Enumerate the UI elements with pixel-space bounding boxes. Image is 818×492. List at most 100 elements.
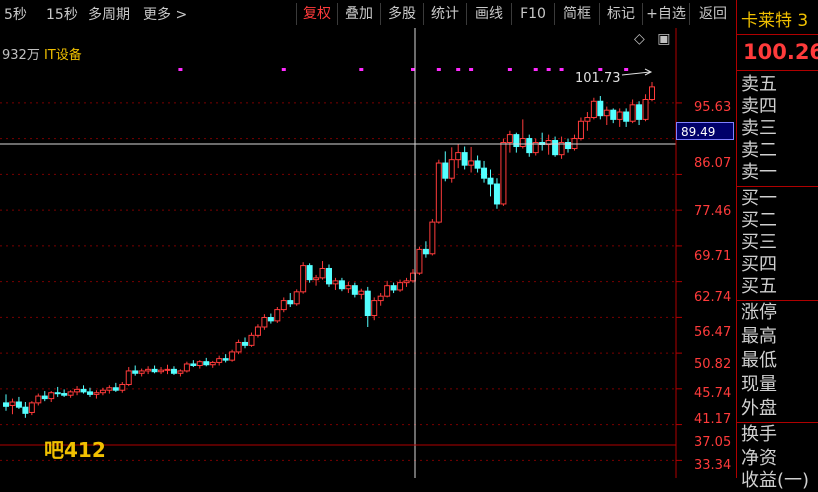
candle-body: [177, 370, 184, 374]
buy-row: 买四: [741, 254, 777, 275]
candle-body: [300, 265, 307, 293]
event-marker: [469, 68, 474, 71]
extra-row: 换手: [741, 424, 777, 445]
y-label: 62.74: [694, 290, 732, 305]
event-marker: [359, 68, 364, 71]
candle-body: [280, 300, 287, 311]
candle-body: [623, 111, 630, 122]
multi-stock-button[interactable]: 多股: [380, 3, 423, 25]
candle-body: [364, 290, 371, 317]
candle-body: [403, 280, 410, 284]
statistics-button[interactable]: 统计: [423, 3, 466, 25]
event-marker: [178, 68, 183, 71]
event-marker: [507, 68, 512, 71]
candle-body: [526, 138, 533, 154]
add-watchlist-button[interactable]: +自选: [642, 3, 689, 25]
candle-body: [590, 100, 597, 119]
y-label: 95.63: [694, 100, 732, 115]
candle-body: [649, 86, 655, 101]
event-marker: [456, 68, 461, 71]
y-label: 41.17: [694, 412, 732, 427]
multi-period-button[interactable]: 多周期: [88, 4, 130, 24]
sell-row: 卖五: [741, 74, 777, 95]
candle-body: [461, 152, 468, 166]
candle-body: [22, 406, 29, 414]
candle-body: [506, 134, 513, 143]
candle-body: [629, 104, 636, 122]
candle-body: [28, 402, 35, 413]
diamond-icon[interactable]: ◇: [634, 31, 645, 47]
overlay-button[interactable]: 叠加: [337, 3, 380, 25]
y-label: 33.34: [694, 458, 732, 473]
candle-body: [565, 141, 572, 150]
candle-body: [481, 167, 488, 179]
candle-body: [125, 370, 132, 385]
candle-body: [235, 341, 242, 353]
adjust-button[interactable]: 复权: [296, 3, 337, 25]
candle-body: [112, 387, 119, 391]
event-markers: [178, 68, 629, 71]
period-5s[interactable]: 5秒: [4, 4, 27, 24]
candles: [3, 81, 655, 418]
candle-body: [500, 141, 507, 205]
stock-name: 卡莱特 3: [741, 11, 809, 31]
candle-body: [474, 160, 481, 169]
divider: [737, 186, 818, 187]
candle-body: [610, 109, 617, 120]
y-label: 45.74: [694, 386, 732, 401]
candle-body: [293, 291, 300, 305]
candle-body: [519, 138, 526, 148]
candle-body: [145, 368, 152, 372]
stat-row: 外盘: [741, 398, 777, 419]
y-axis-ticks: [676, 102, 682, 461]
candle-body: [196, 361, 203, 367]
candle-body: [254, 326, 261, 336]
candle-body: [384, 285, 391, 297]
back-button[interactable]: 返回: [689, 3, 736, 25]
candle-body: [54, 392, 61, 395]
candle-body: [151, 368, 158, 373]
candle-body: [493, 183, 500, 205]
candle-body: [3, 402, 9, 407]
divider: [737, 300, 818, 301]
candle-body: [636, 104, 643, 120]
industry-label[interactable]: IT设备: [44, 48, 82, 63]
candle-body: [287, 300, 294, 305]
candle-body: [455, 152, 462, 161]
candle-body: [345, 285, 352, 290]
stat-row: 最高: [741, 326, 777, 347]
y-label: 77.46: [694, 204, 732, 219]
divider: [737, 34, 818, 35]
crosshair-price-tag: 89.49: [676, 122, 734, 140]
volume-label: 932万 IT设备: [2, 44, 82, 63]
draw-line-button[interactable]: 画线: [466, 3, 511, 25]
chart-toolbar: 5秒 15秒 多周期 更多 > 复权 叠加 多股 统计 画线 F10 简框 标记…: [0, 0, 735, 28]
extra-row: 收益(一): [741, 470, 810, 491]
f10-button[interactable]: F10: [511, 3, 554, 25]
candle-body: [9, 401, 16, 406]
event-marker: [559, 68, 564, 71]
event-marker: [624, 68, 629, 71]
mark-button[interactable]: 标记: [599, 3, 642, 25]
candle-body: [429, 221, 436, 255]
candle-body: [416, 248, 423, 274]
sell-row: 卖三: [741, 118, 777, 139]
candle-body: [358, 290, 365, 295]
forum-label[interactable]: 吧412: [44, 434, 106, 463]
restore-icon[interactable]: ▣: [657, 31, 670, 47]
candle-body: [222, 358, 229, 361]
candle-body: [448, 159, 455, 179]
more-menu[interactable]: 更多 >: [143, 4, 187, 24]
candlestick-chart[interactable]: [0, 28, 735, 478]
candle-body: [229, 351, 236, 361]
candle-body: [86, 391, 93, 395]
candle-body: [397, 282, 404, 291]
y-label: 86.07: [694, 156, 732, 171]
candle-body: [15, 401, 22, 408]
candle-body: [442, 162, 449, 179]
volume-value: 932万: [2, 48, 40, 63]
candle-body: [48, 392, 55, 400]
period-15s[interactable]: 15秒: [46, 4, 78, 24]
candle-body: [248, 334, 255, 346]
simple-frame-button[interactable]: 简框: [554, 3, 599, 25]
